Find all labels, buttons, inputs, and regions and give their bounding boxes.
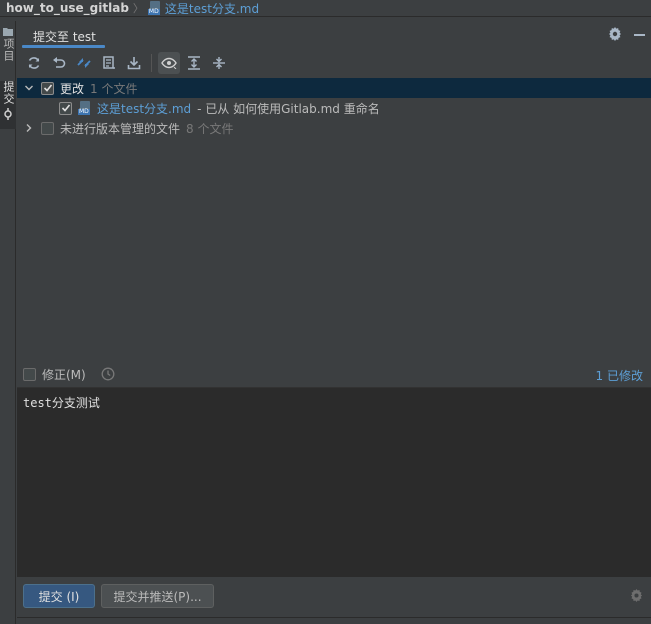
commit-button[interactable]: 提交 (I)	[23, 584, 95, 608]
panel-tabbar: 提交至 test	[17, 21, 651, 48]
amend-bar: 修正(M) 1 已修改	[17, 361, 651, 387]
file-rename-description: - 已从 如何使用Gitlab.md 重命名	[197, 101, 380, 116]
changes-tree: 更改 1 个文件 MD 这是test分支.md - 已从 如何使用Gitlab.…	[17, 78, 651, 361]
check-icon	[61, 104, 70, 112]
refresh-button[interactable]	[23, 52, 45, 74]
collapse-all-button[interactable]	[208, 52, 230, 74]
tool-tab-commit[interactable]: 提交	[0, 81, 16, 129]
refresh-icon	[28, 57, 40, 69]
tree-row-file[interactable]: MD 这是test分支.md - 已从 如何使用Gitlab.md 重命名	[17, 98, 651, 118]
breadcrumb: how_to_use_gitlab 〉 MD 这是test分支.md	[0, 0, 651, 16]
divider	[0, 16, 651, 17]
tree-row-changes[interactable]: 更改 1 个文件	[17, 78, 651, 98]
amend-label[interactable]: 修正(M)	[42, 366, 86, 383]
commit-toolbar	[17, 48, 651, 78]
toolbar-separator	[151, 54, 152, 72]
clock-icon[interactable]	[101, 367, 115, 381]
unversioned-checkbox[interactable]	[41, 121, 54, 135]
breadcrumb-project[interactable]: how_to_use_gitlab	[6, 1, 129, 15]
show-diff-button[interactable]	[73, 52, 95, 74]
tool-tab-commit-label: 提交	[2, 81, 15, 105]
expand-all-icon	[188, 56, 200, 70]
update-button[interactable]	[123, 52, 145, 74]
tab-commit-to-label: 提交至 test	[33, 30, 96, 44]
amend-checkbox[interactable]	[23, 367, 36, 381]
folder-icon	[3, 28, 13, 36]
panel-actions	[608, 27, 645, 41]
file-name: 这是test分支.md	[97, 101, 192, 116]
breadcrumb-file-label: 这是test分支.md	[164, 1, 260, 16]
commit-message-editor[interactable]: test分支测试	[17, 387, 651, 577]
minimize-icon[interactable]	[634, 34, 645, 36]
modified-count[interactable]: 1 已修改	[596, 367, 643, 384]
rollback-button[interactable]	[48, 52, 70, 74]
tree-row-unversioned[interactable]: 未进行版本管理的文件 8 个文件	[17, 118, 651, 138]
status-strip	[17, 617, 651, 624]
commit-and-push-button[interactable]: 提交并推送(P)...	[101, 584, 214, 608]
breadcrumb-file[interactable]: MD 这是test分支.md	[147, 0, 260, 17]
markdown-file-icon: MD	[78, 101, 92, 115]
breadcrumb-separator: 〉	[132, 2, 144, 15]
markdown-file-icon: MD	[147, 1, 162, 15]
download-icon	[127, 57, 141, 70]
gear-icon[interactable]	[608, 27, 622, 41]
eye-icon	[161, 57, 177, 69]
shelve-button[interactable]	[98, 52, 120, 74]
commit-message-text: test分支测试	[23, 396, 100, 410]
commit-panel: 提交至 test 更改 1 个文件 MD 这是test分支.md - 已从 如何…	[17, 21, 651, 624]
chevron-down-icon[interactable]	[23, 82, 35, 94]
unversioned-count: 8 个文件	[186, 121, 234, 136]
tool-tab-project-label: 项目	[2, 38, 15, 62]
left-tool-strip: 项目 提交	[0, 21, 16, 624]
chevron-right-icon[interactable]	[23, 122, 35, 134]
unversioned-label: 未进行版本管理的文件	[60, 121, 181, 136]
expand-all-button[interactable]	[183, 52, 205, 74]
gear-icon[interactable]	[630, 589, 643, 602]
view-options-button[interactable]	[158, 52, 180, 74]
shelve-icon	[103, 56, 115, 69]
collapse-all-icon	[213, 57, 225, 69]
diff-icon	[77, 58, 91, 68]
commit-icon	[4, 108, 12, 120]
rollback-icon	[53, 57, 66, 68]
file-checkbox[interactable]	[59, 101, 72, 115]
changes-label: 更改	[60, 81, 85, 96]
check-icon	[43, 84, 52, 92]
changes-count: 1 个文件	[90, 81, 138, 96]
changes-checkbox[interactable]	[41, 81, 54, 95]
tool-tab-project[interactable]: 项目	[0, 27, 16, 69]
